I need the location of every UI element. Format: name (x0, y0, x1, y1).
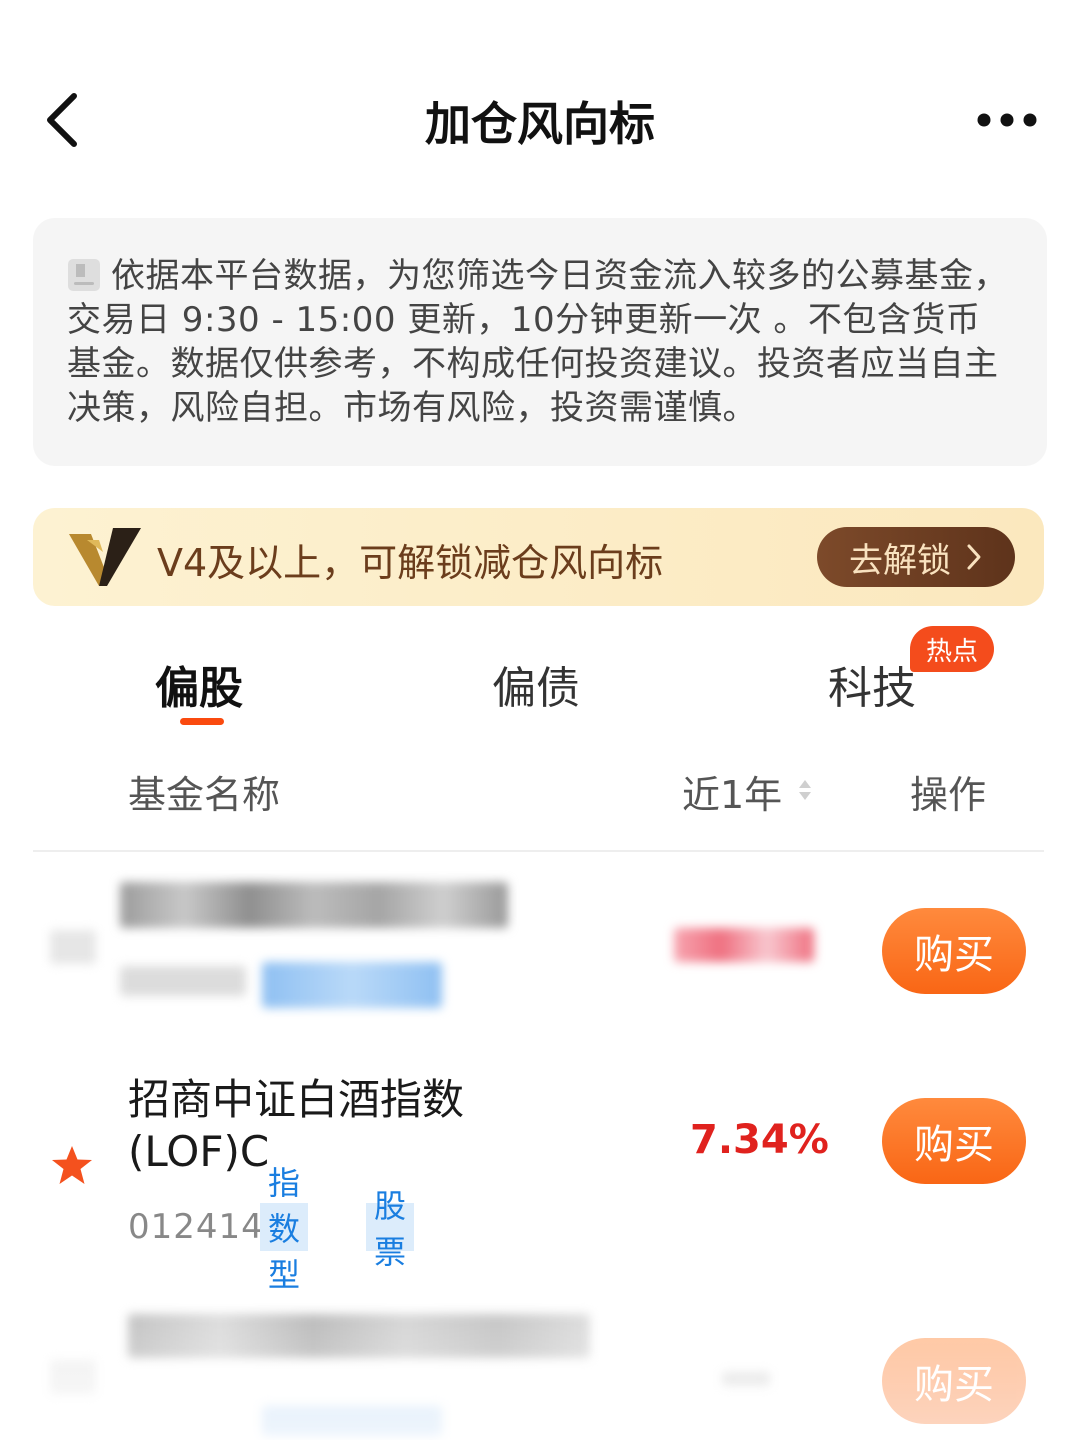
blurred-fund-name (120, 882, 508, 928)
chevron-right-icon (967, 544, 981, 570)
unlock-button-label: 去解锁 (849, 540, 951, 581)
blurred-fund-tags (262, 1406, 442, 1436)
active-tab-indicator (180, 718, 224, 725)
tab-equity[interactable]: 偏股 (155, 652, 243, 716)
table-row: 购买 (0, 1290, 1080, 1440)
column-one-year-return[interactable]: 近1年 (682, 764, 782, 819)
blurred-return (722, 1372, 770, 1386)
blurred-return (674, 928, 814, 962)
fund-one-year-return: 7.34% (690, 1117, 829, 1163)
buy-button[interactable]: 购买 (882, 1098, 1026, 1184)
banner-text: V4及以上，可解锁减仓风向标 (157, 541, 664, 585)
disclaimer-text: 依据本平台数据，为您筛选今日资金流入较多的公募基金，交易日 9:30 - 15:… (67, 256, 1008, 428)
fund-tag-type: 指数型 (260, 1164, 309, 1294)
tab-bond[interactable]: 偏债 (492, 652, 580, 716)
blurred-fund-tags (262, 962, 442, 1008)
star-icon[interactable] (50, 1144, 94, 1186)
blurred-fund-code (120, 966, 246, 996)
page-title: 加仓风向标 (425, 97, 655, 151)
tab-technology[interactable]: 科技 (828, 652, 916, 716)
blurred-star (50, 930, 96, 964)
fund-name[interactable]: 招商中证白酒指数(LOF)C (128, 1074, 588, 1178)
document-icon (68, 259, 100, 291)
unlock-button[interactable]: 去解锁 (817, 527, 1015, 587)
more-options-icon[interactable] (975, 110, 1039, 130)
hot-badge: 热点 (910, 626, 994, 672)
disclaimer-card: 依据本平台数据，为您筛选今日资金流入较多的公募基金，交易日 9:30 - 15:… (33, 218, 1047, 466)
fund-code: 012414 (128, 1207, 264, 1247)
table-row: 购买 (0, 860, 1080, 1030)
sort-icon[interactable] (797, 779, 813, 801)
vip-v-logo-icon (69, 528, 141, 586)
column-fund-name: 基金名称 (128, 773, 281, 817)
column-action: 操作 (910, 773, 987, 817)
buy-button[interactable]: 购买 (882, 908, 1026, 994)
blurred-fund-name (128, 1314, 590, 1358)
fund-tag-category: 股票 (366, 1187, 415, 1271)
blurred-star (50, 1360, 96, 1394)
vip-unlock-banner: V4及以上，可解锁减仓风向标 去解锁 (33, 508, 1044, 606)
buy-button[interactable]: 购买 (882, 1338, 1026, 1424)
header-divider (33, 850, 1044, 852)
